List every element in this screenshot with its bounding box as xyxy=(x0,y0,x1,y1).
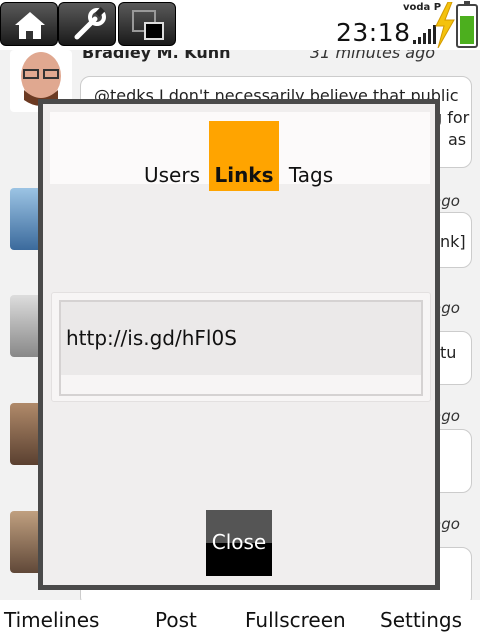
link-item[interactable]: http://is.gd/hFl0S xyxy=(59,300,423,396)
tab-tags-label: Tags xyxy=(288,163,334,187)
home-icon xyxy=(15,12,45,39)
battery-icon xyxy=(456,1,478,48)
window-button[interactable] xyxy=(118,2,176,46)
tweet-time: 31 minutes ago xyxy=(310,50,436,62)
nav-timelines[interactable]: Timelines xyxy=(4,608,99,632)
entities-dialog: Users Links Tags http://is.gd/hFl0S Clos… xyxy=(38,99,440,590)
tweet-text-fragment: tu xyxy=(440,343,457,362)
wrench-icon xyxy=(74,7,106,40)
nav-post[interactable]: Post xyxy=(155,608,197,632)
tab-strip: Users Links Tags xyxy=(50,112,430,191)
tab-links[interactable]: Links xyxy=(209,121,279,191)
nav-settings[interactable]: Settings xyxy=(380,608,462,632)
tweet-text-fragment: as xyxy=(448,130,467,149)
status-bar: voda P 23:18 xyxy=(0,0,480,50)
tweet-author[interactable]: Bradley M. Kuhn xyxy=(82,50,231,62)
close-button[interactable]: Close xyxy=(206,510,272,576)
link-url[interactable]: http://is.gd/hFl0S xyxy=(66,326,237,350)
tab-tags[interactable]: Tags xyxy=(282,121,340,191)
settings-tool-button[interactable] xyxy=(58,2,116,46)
charging-bolt-icon xyxy=(435,2,455,48)
clock: 23:18 xyxy=(336,18,411,47)
nav-fullscreen[interactable]: Fullscreen xyxy=(245,608,346,632)
tab-links-label: Links xyxy=(214,163,274,187)
tab-users[interactable]: Users xyxy=(140,121,204,191)
bottom-nav: Timelines Post Fullscreen Settings xyxy=(0,600,480,640)
home-button[interactable] xyxy=(0,2,58,46)
tab-users-label: Users xyxy=(143,163,200,187)
tweet-text-fragment: nk] xyxy=(440,232,466,251)
window-icon xyxy=(132,10,164,40)
link-list: http://is.gd/hFl0S xyxy=(51,292,431,402)
